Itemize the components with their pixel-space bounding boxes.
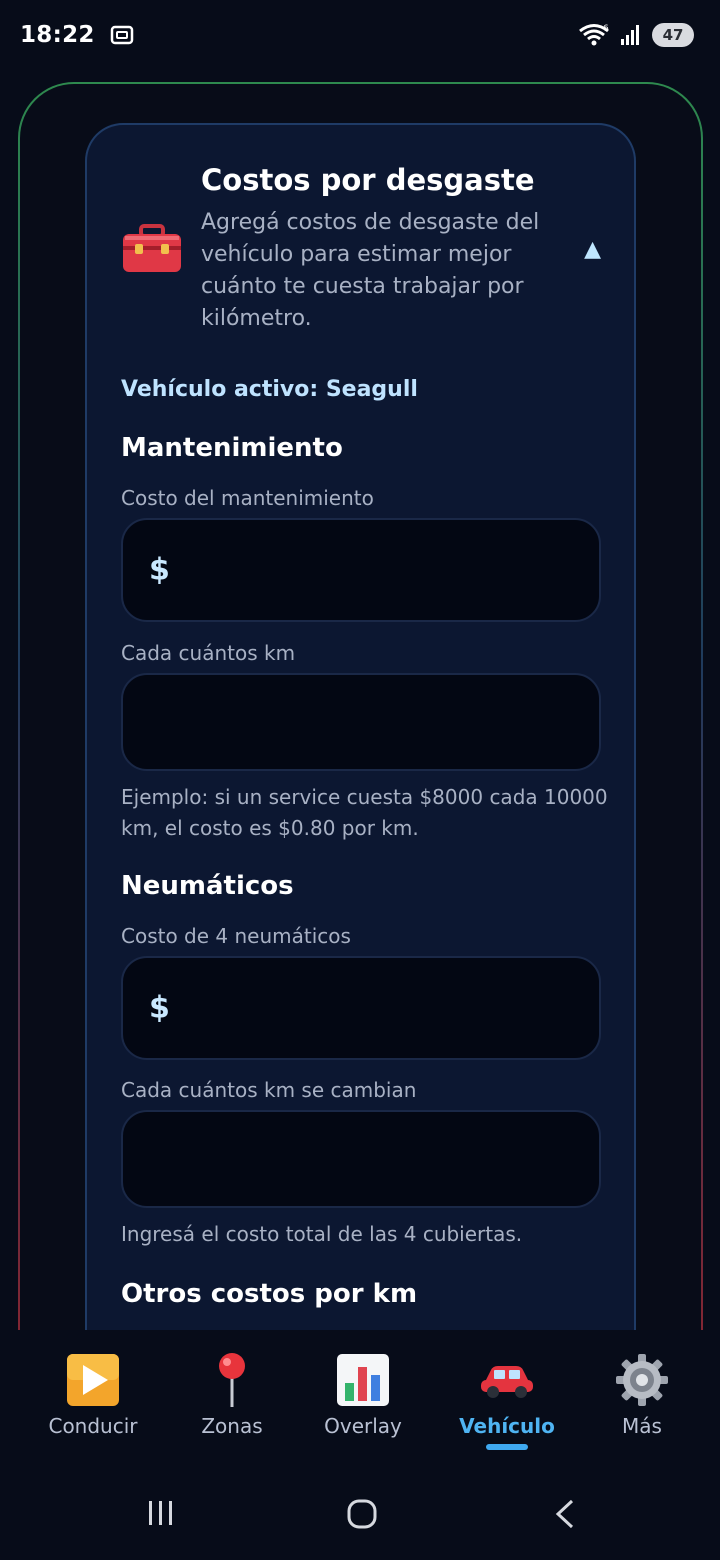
wear-costs-card: Costos por desgaste Agregá costos de des… <box>85 123 636 1383</box>
recent-apps-icon[interactable] <box>146 1498 176 1528</box>
maintenance-km-label: Cada cuántos km <box>121 641 296 665</box>
bottom-navigation: Conducir Zonas Overlay Vehículo Más <box>0 1330 720 1470</box>
tires-helper: Ingresá el costo total de las 4 cubierta… <box>121 1222 523 1246</box>
active-vehicle: Vehículo activo: Seagull <box>121 377 418 402</box>
home-icon[interactable] <box>346 1498 378 1530</box>
signal-icon <box>621 25 639 45</box>
card-description: Agregá costos de desgaste del vehículo p… <box>201 210 540 331</box>
nav-label: Conducir <box>48 1414 138 1438</box>
tires-cost-label: Costo de 4 neumáticos <box>121 924 351 948</box>
tires-km-input[interactable] <box>121 1110 601 1208</box>
play-icon <box>65 1352 121 1408</box>
tires-title: Neumáticos <box>121 871 294 901</box>
card-header[interactable]: Costos por desgaste Agregá costos de des… <box>121 163 601 335</box>
nav-label: Más <box>622 1414 662 1438</box>
card-title: Costos por desgaste <box>201 163 535 197</box>
nav-label: Overlay <box>324 1414 402 1438</box>
maintenance-helper: Ejemplo: si un service cuesta $8000 cada… <box>121 785 608 840</box>
chart-icon <box>335 1352 391 1408</box>
wifi-icon: 6 <box>579 24 609 46</box>
nav-item-conducir[interactable]: Conducir <box>28 1352 158 1462</box>
status-time: 18:22 <box>20 22 95 48</box>
nav-label-active: Vehículo <box>459 1414 555 1438</box>
gear-icon <box>614 1352 670 1408</box>
toolbox-icon <box>123 224 181 272</box>
currency-prefix: $ <box>149 552 170 588</box>
battery-indicator: 47 <box>652 23 694 47</box>
system-navigation-bar <box>0 1470 720 1560</box>
nav-item-zonas[interactable]: Zonas <box>167 1352 297 1462</box>
nav-label: Zonas <box>201 1414 263 1438</box>
wifi-badge: 6 <box>603 24 609 34</box>
car-icon <box>479 1352 535 1408</box>
collapse-triangle-icon[interactable]: ▲ <box>584 237 601 262</box>
active-tab-indicator <box>486 1444 528 1450</box>
status-left: 18:22 <box>20 22 135 48</box>
pin-icon <box>204 1352 260 1408</box>
maintenance-km-input[interactable] <box>121 673 601 771</box>
maintenance-title: Mantenimiento <box>121 433 343 463</box>
currency-prefix: $ <box>149 990 170 1026</box>
tires-cost-input[interactable]: $ <box>121 956 601 1060</box>
back-icon[interactable] <box>552 1498 578 1530</box>
maintenance-cost-input[interactable]: $ <box>121 518 601 622</box>
nav-item-overlay[interactable]: Overlay <box>298 1352 428 1462</box>
tires-km-label: Cada cuántos km se cambian <box>121 1078 417 1102</box>
status-right: 6 47 <box>578 23 694 47</box>
card-header-text: Costos por desgaste Agregá costos de des… <box>201 163 572 335</box>
other-costs-title: Otros costos por km <box>121 1279 418 1309</box>
status-bar: 18:22 6 47 <box>0 0 720 70</box>
screenshot-icon <box>110 25 133 45</box>
maintenance-cost-label: Costo del mantenimiento <box>121 486 374 510</box>
nav-item-mas[interactable]: Más <box>577 1352 707 1462</box>
nav-item-vehiculo[interactable]: Vehículo <box>442 1352 572 1462</box>
